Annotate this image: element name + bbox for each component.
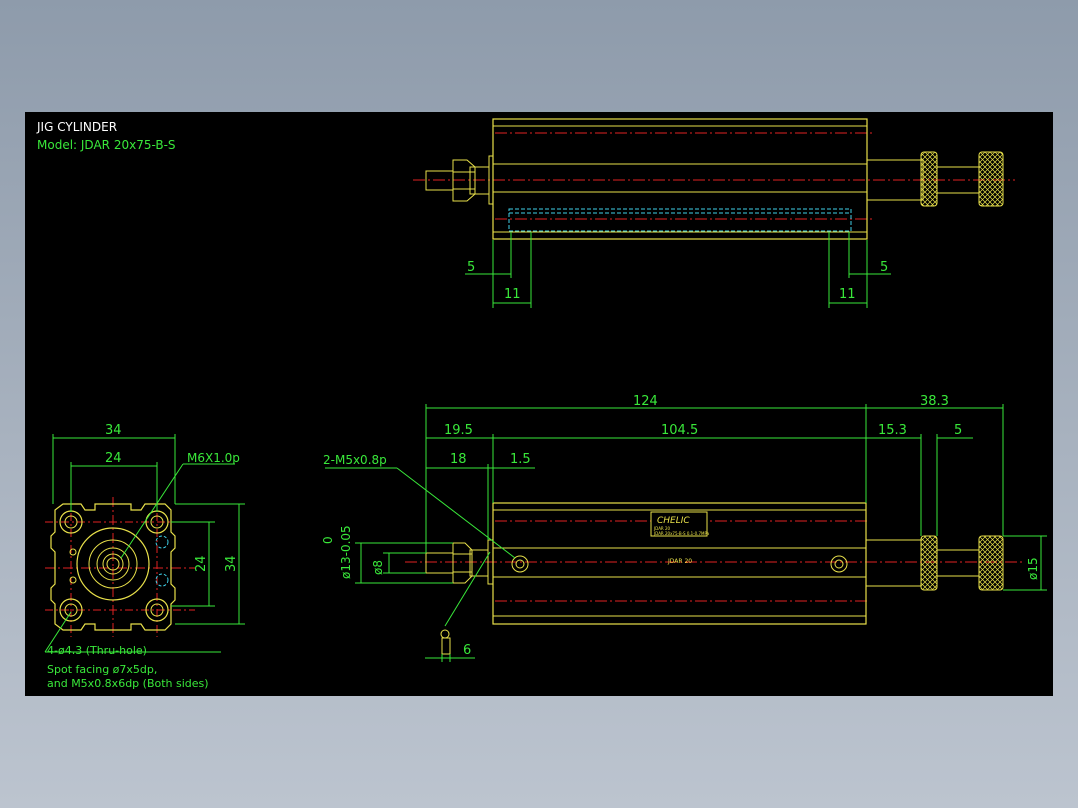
- front-view: 34 24 M6X1.0p 24 34 4-ø4.3 (Thru-hole) S…: [44, 423, 245, 690]
- top-body-outline: [492, 118, 868, 240]
- port-left: [511, 555, 529, 573]
- side-threaded-stud: [425, 552, 454, 574]
- dim-shaft-dia: ø8: [371, 560, 385, 575]
- dim-15-3: 15.3: [878, 423, 907, 438]
- cad-viewport[interactable]: JIG CYLINDER Model: JDAR 20x75-B-S 5 11 …: [25, 112, 1053, 696]
- dim-top-right-5: 5: [880, 260, 888, 275]
- dim-total-124: 124: [633, 394, 658, 409]
- drawing-title: JIG CYLINDER: [36, 120, 117, 134]
- dim-top-left-5: 5: [467, 260, 475, 275]
- top-hidden-slot: [508, 208, 852, 232]
- model-label: Model: JDAR 20x75-B-S: [37, 138, 176, 152]
- thread-callout: M6X1.0p: [187, 451, 240, 465]
- dim-1-5: 1.5: [510, 452, 531, 467]
- port-callout: 2-M5x0.8p: [323, 453, 387, 467]
- dim-tol-lower: ø13-0.05: [339, 525, 353, 579]
- side-nut: [452, 542, 473, 584]
- dim-body-104-5: 104.5: [661, 423, 698, 438]
- dim-knob-dia: ø15: [1026, 557, 1040, 580]
- nameplate-line2: JDAR 20x75-B-S 0.1-0.7MPa: [653, 531, 710, 536]
- dim-top-left-11: 11: [504, 287, 521, 302]
- side-knurled-knob: [978, 535, 1004, 591]
- dim-rod-38-3: 38.3: [920, 394, 949, 409]
- top-knurled-collar: [920, 151, 938, 207]
- top-view: 5 11 5 11: [413, 118, 1015, 308]
- holes-note: 4-ø4.3 (Thru-hole): [47, 644, 147, 657]
- dim-front-vert-34: 34: [224, 555, 239, 572]
- dim-19-5: 19.5: [444, 423, 473, 438]
- dim-front-34: 34: [105, 423, 122, 438]
- port-right: [830, 555, 848, 573]
- spot-facing-note: Spot facing ø7x5dp,: [47, 663, 157, 676]
- dim-knob-5: 5: [954, 423, 962, 438]
- dim-front-24: 24: [105, 451, 122, 466]
- top-knurled-knob: [978, 151, 1004, 207]
- dim-top-right-11: 11: [839, 287, 856, 302]
- dim-tol-upper: 0: [321, 536, 335, 544]
- dim-bottom-6: 6: [463, 643, 471, 658]
- body-text: JDAR 20: [667, 558, 692, 565]
- dim-front-vert-24: 24: [194, 555, 209, 572]
- side-view: CHELIC JDAR 20 JDAR 20x75-B-S 0.1-0.7MPa…: [321, 394, 1047, 662]
- drawing-canvas: JIG CYLINDER Model: JDAR 20x75-B-S 5 11 …: [36, 118, 1047, 690]
- threads-note: and M5x0.8x6dp (Both sides): [47, 677, 209, 690]
- dim-18: 18: [450, 452, 467, 467]
- side-knurled-collar: [920, 535, 938, 591]
- brand-label: CHELIC: [657, 516, 690, 526]
